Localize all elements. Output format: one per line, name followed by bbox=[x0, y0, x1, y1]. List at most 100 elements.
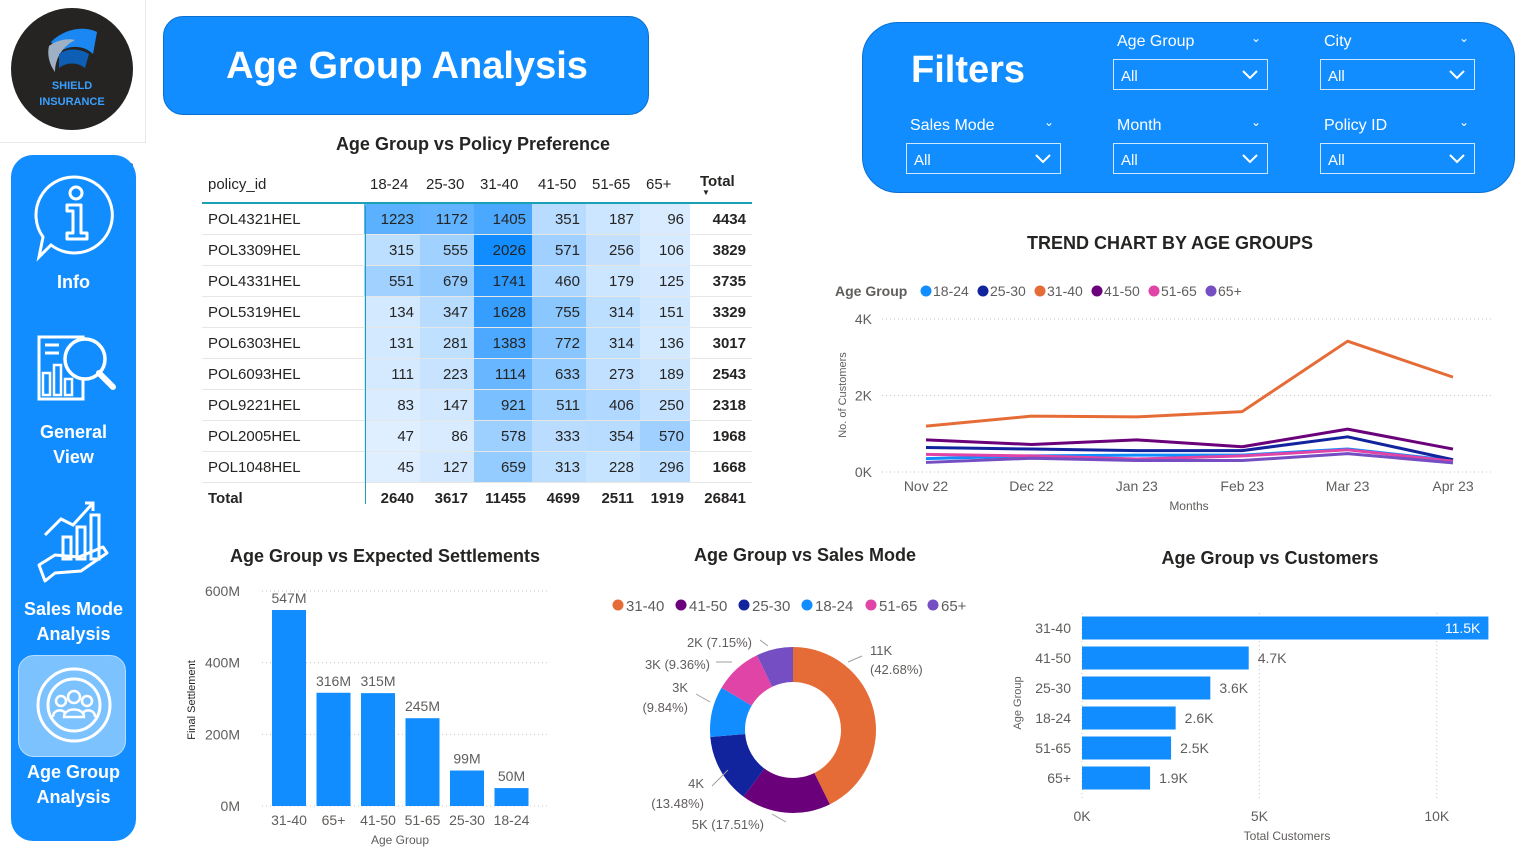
table-row[interactable]: POL4331HEL 551 679 1741 460 179 125 3735 bbox=[202, 265, 752, 297]
matrix-column-header: 65+ bbox=[640, 166, 690, 204]
chevron-down-icon[interactable]: ⌄ bbox=[1044, 115, 1054, 129]
filters-panel: Filters Age Group ⌄ All City ⌄ All Sales… bbox=[862, 22, 1515, 193]
nav-info-label: Info bbox=[57, 272, 90, 292]
matrix-cell: 333 bbox=[532, 420, 586, 452]
nav-info[interactable]: Info bbox=[11, 171, 136, 295]
legend-marker bbox=[1091, 285, 1103, 297]
data-label: 4.7K bbox=[1258, 650, 1287, 666]
table-row[interactable]: POL5319HEL 134 347 1628 755 314 151 3329 bbox=[202, 296, 752, 328]
legend-marker bbox=[801, 599, 813, 611]
data-label: 99M bbox=[453, 751, 480, 767]
bar bbox=[361, 693, 395, 806]
chevron-down-icon bbox=[1242, 154, 1258, 164]
shield-icon bbox=[48, 28, 97, 72]
policy-id-dropdown[interactable]: All bbox=[1320, 143, 1475, 174]
data-label: 2.5K bbox=[1180, 740, 1209, 756]
table-row[interactable]: POL3309HEL 315 555 2026 571 256 106 3829 bbox=[202, 234, 752, 266]
sales-mode-chart-title: Age Group vs Sales Mode bbox=[693, 545, 917, 565]
filters-heading: Filters bbox=[911, 49, 1026, 91]
matrix-cell: 511 bbox=[532, 389, 586, 421]
logo: SHIELD INSURANCE bbox=[11, 8, 133, 130]
data-label: 316M bbox=[316, 673, 351, 689]
matrix-column-total: 3617 bbox=[434, 489, 468, 507]
table-row[interactable]: POL1048HEL 45 127 659 313 228 296 1668 bbox=[202, 451, 752, 483]
matrix-total-header: Total ▼ bbox=[690, 166, 752, 204]
chevron-down-icon[interactable]: ⌄ bbox=[1459, 31, 1469, 45]
matrix-column-header: 51-65 bbox=[586, 166, 640, 204]
month-dropdown[interactable]: All bbox=[1113, 143, 1268, 174]
matrix-cell: 633 bbox=[532, 358, 586, 390]
y-tick-label: 31-40 bbox=[1035, 620, 1071, 636]
matrix-total-row: Total 2640 3617 11455 4699 2511 1919 26841 bbox=[202, 483, 752, 514]
policy-id-value: All bbox=[1328, 152, 1345, 169]
chevron-down-icon bbox=[1449, 70, 1465, 80]
data-label: 245M bbox=[405, 698, 440, 714]
legend-marker bbox=[675, 599, 687, 611]
nav-general-view[interactable]: General View bbox=[11, 323, 136, 470]
bar bbox=[1082, 766, 1151, 790]
x-tick-label: Feb 23 bbox=[1220, 478, 1264, 494]
legend-label: 41-50 bbox=[689, 598, 727, 615]
matrix-cell: 1223 bbox=[364, 203, 420, 235]
series-line-31-40 bbox=[925, 339, 1454, 428]
table-row[interactable]: POL4321HEL 1223 1172 1405 351 187 96 4434 bbox=[202, 203, 752, 235]
customers-chart: 0K 5K 10K Total Customers Age Group 31-40 11.5… bbox=[1012, 613, 1489, 843]
month-filter-label: Month bbox=[1117, 117, 1162, 134]
matrix-title: Age Group vs Policy Preference bbox=[335, 134, 611, 154]
matrix-cell: 189 bbox=[640, 358, 690, 390]
matrix-policy-id: POL9221HEL bbox=[202, 389, 364, 421]
matrix-cell: 45 bbox=[364, 451, 420, 483]
matrix-cell: 111 bbox=[364, 358, 420, 390]
table-row[interactable]: POL6303HEL 131 281 1383 772 314 136 3017 bbox=[202, 327, 752, 359]
chevron-down-icon[interactable]: ⌄ bbox=[1459, 115, 1469, 129]
chevron-down-icon[interactable]: ⌄ bbox=[1251, 31, 1261, 45]
data-label: 4K bbox=[688, 776, 704, 791]
legend-label: 25-30 bbox=[752, 598, 790, 615]
matrix-row-total: 3017 bbox=[690, 327, 752, 359]
x-axis-title: Total Customers bbox=[1244, 829, 1331, 843]
table-row[interactable]: POL2005HEL 47 86 578 333 354 570 1968 bbox=[202, 420, 752, 452]
x-tick-label: 10K bbox=[1424, 808, 1450, 824]
age-group-filter-label: Age Group bbox=[1117, 33, 1195, 50]
matrix-cell: 347 bbox=[420, 296, 474, 328]
nav-general-label-1: General bbox=[39, 422, 108, 442]
matrix-column-header: 25-30 bbox=[420, 166, 474, 204]
matrix-cell: 250 bbox=[640, 389, 690, 421]
bar bbox=[1082, 736, 1172, 760]
matrix-cell: 147 bbox=[420, 389, 474, 421]
legend-label: 25-30 bbox=[990, 283, 1026, 299]
legend-marker bbox=[977, 285, 989, 297]
chevron-down-icon bbox=[1242, 70, 1258, 80]
age-group-dropdown[interactable]: All bbox=[1113, 59, 1268, 90]
matrix-column-total: 2511 bbox=[601, 489, 634, 507]
table-row[interactable]: POL6093HEL 111 223 1114 633 273 189 2543 bbox=[202, 358, 752, 390]
bar bbox=[1082, 676, 1211, 700]
matrix-cell: 570 bbox=[640, 420, 690, 452]
matrix-column-total: 4699 bbox=[546, 489, 580, 507]
matrix-cell: 256 bbox=[586, 234, 640, 266]
matrix-column-total: 1919 bbox=[650, 489, 684, 507]
matrix-cell: 1628 bbox=[474, 296, 532, 328]
nav-sales-mode-analysis[interactable]: Sales Mode Analysis bbox=[11, 495, 136, 647]
data-label: 1.9K bbox=[1159, 770, 1188, 786]
customers-chart-title: Age Group vs Customers bbox=[1161, 548, 1379, 568]
bar bbox=[272, 609, 306, 806]
y-tick-label: 2K bbox=[855, 388, 873, 404]
city-dropdown[interactable]: All bbox=[1320, 59, 1475, 90]
matrix-row-total: 2543 bbox=[690, 358, 752, 390]
data-label: 547M bbox=[271, 590, 306, 606]
legend-label: 31-40 bbox=[1047, 283, 1083, 299]
y-axis-title: Final Settlement bbox=[186, 660, 198, 739]
leader-line bbox=[847, 655, 863, 663]
table-row[interactable]: POL9221HEL 83 147 921 511 406 250 2318 bbox=[202, 389, 752, 421]
matrix-policy-id: POL6093HEL bbox=[202, 358, 364, 390]
matrix-cell: 314 bbox=[586, 296, 640, 328]
nav-age-group-analysis[interactable]: Age Group Analysis bbox=[11, 659, 136, 810]
matrix-row-total: 2318 bbox=[690, 389, 752, 421]
matrix-cell: 136 bbox=[640, 327, 690, 359]
chevron-down-icon bbox=[1449, 154, 1465, 164]
chevron-down-icon[interactable]: ⌄ bbox=[1251, 115, 1261, 129]
legend-title: Age Group bbox=[835, 283, 907, 299]
bar bbox=[1082, 616, 1489, 640]
sales-mode-dropdown[interactable]: All bbox=[906, 143, 1061, 174]
